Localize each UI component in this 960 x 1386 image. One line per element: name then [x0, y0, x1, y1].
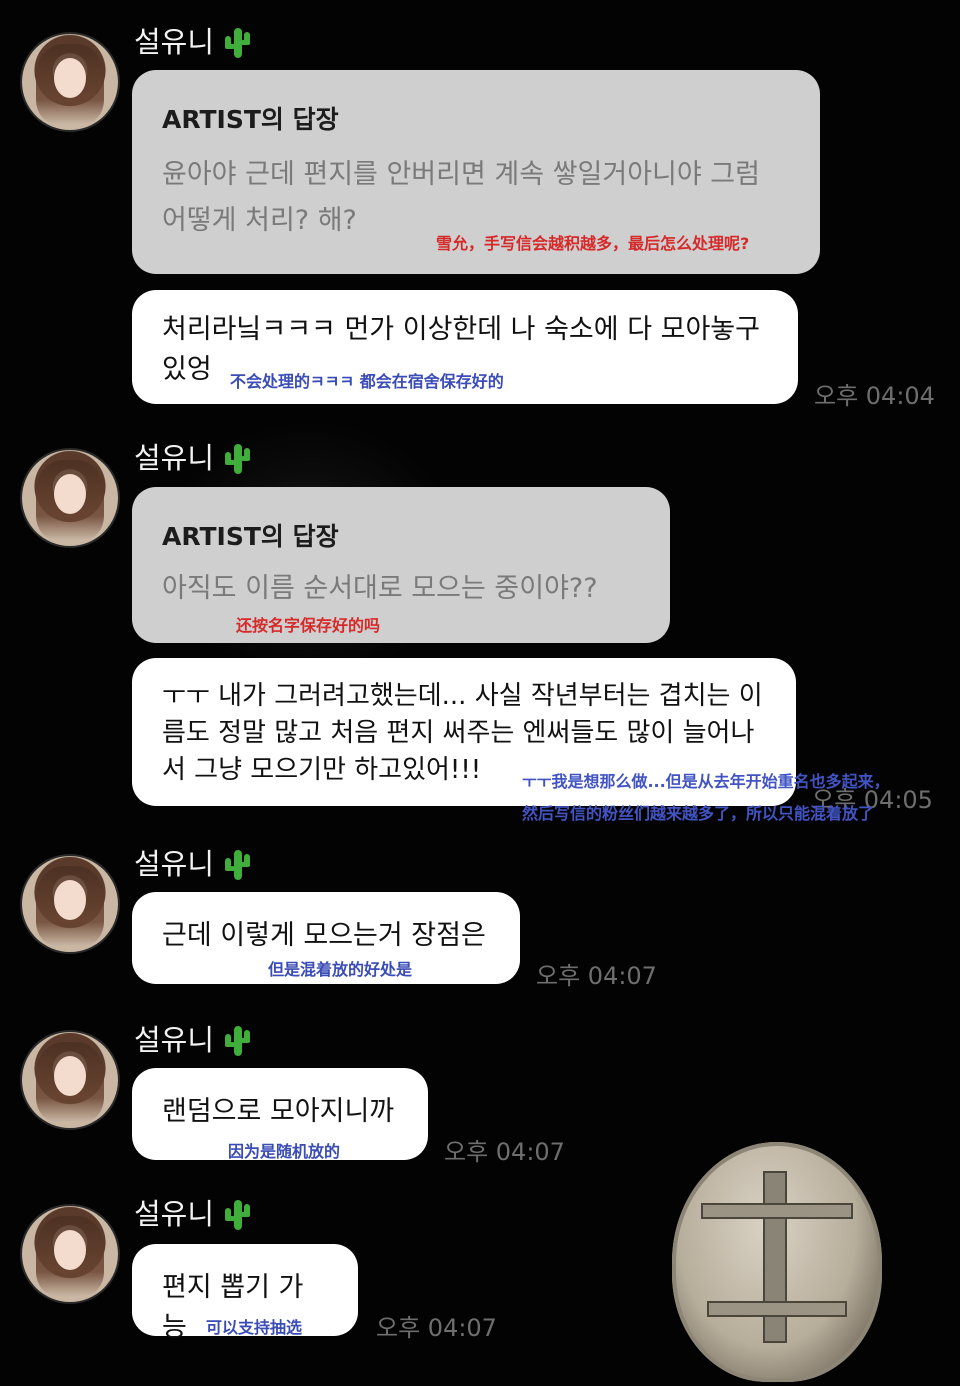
sender-name-row: 설유니	[134, 1022, 254, 1058]
avatar-face	[54, 880, 86, 920]
reply-title: ARTIST의 답장	[162, 522, 339, 551]
cactus-icon	[220, 24, 254, 60]
cactus-icon	[220, 1022, 254, 1058]
reply-text: 아직도 이름 순서대로 모으는 중이야??	[162, 573, 598, 604]
message-translation: 但是混着放的好处是	[268, 960, 413, 979]
sender-avatar[interactable]	[22, 450, 118, 546]
message-translation: ㅜㅜ我是想那么做...但是从去年开始重名也多起来，然后写信的粉丝们越来越多了，所…	[522, 772, 890, 823]
reply-translation: 还按名字保存好的吗	[236, 616, 381, 635]
sender-name: 설유니	[134, 1022, 215, 1057]
cactus-icon	[220, 846, 254, 882]
sender-name-row: 설유니	[134, 440, 254, 476]
sender-name-row: 설유니	[134, 1196, 254, 1232]
decorative-object-image	[672, 1142, 882, 1382]
message-timestamp: 오후 04:07	[376, 1314, 497, 1342]
message-translation: 因为是随机放的	[228, 1142, 341, 1161]
sender-avatar[interactable]	[22, 1032, 118, 1128]
sender-name-row: 설유니	[134, 846, 254, 882]
message-timestamp: 오후 04:04	[814, 382, 935, 410]
sender-name: 설유니	[134, 846, 215, 881]
reply-quote-bubble[interactable]: ARTIST의 답장 아직도 이름 순서대로 모으는 중이야??	[132, 487, 670, 643]
message-translation: 不会处理的ㅋㅋㅋ 都会在宿舍保存好的	[230, 372, 504, 391]
message-timestamp: 오후 04:07	[444, 1138, 565, 1166]
avatar-face	[54, 474, 86, 514]
cactus-icon	[220, 440, 254, 476]
cactus-icon	[220, 1196, 254, 1232]
sender-avatar[interactable]	[22, 1206, 118, 1302]
sender-avatar[interactable]	[22, 856, 118, 952]
sender-name: 설유니	[134, 24, 215, 59]
avatar-face	[54, 1230, 86, 1270]
message-text: 랜덤으로 모아지니까	[162, 1096, 395, 1127]
avatar-face	[54, 58, 86, 98]
reply-title: ARTIST의 답장	[162, 105, 339, 134]
reply-translation: 雪允，手写信会越积越多，最后怎么处理呢?	[436, 234, 750, 253]
message-timestamp: 오후 04:07	[536, 962, 657, 990]
avatar-face	[54, 1056, 86, 1096]
sender-name-row: 설유니	[134, 24, 254, 60]
message-translation: 可以支持抽选	[206, 1318, 303, 1337]
sender-name: 설유니	[134, 1196, 215, 1231]
sender-avatar[interactable]	[22, 34, 118, 130]
message-text: 근데 이렇게 모으는거 장점은	[162, 920, 486, 951]
sender-name: 설유니	[134, 440, 215, 475]
